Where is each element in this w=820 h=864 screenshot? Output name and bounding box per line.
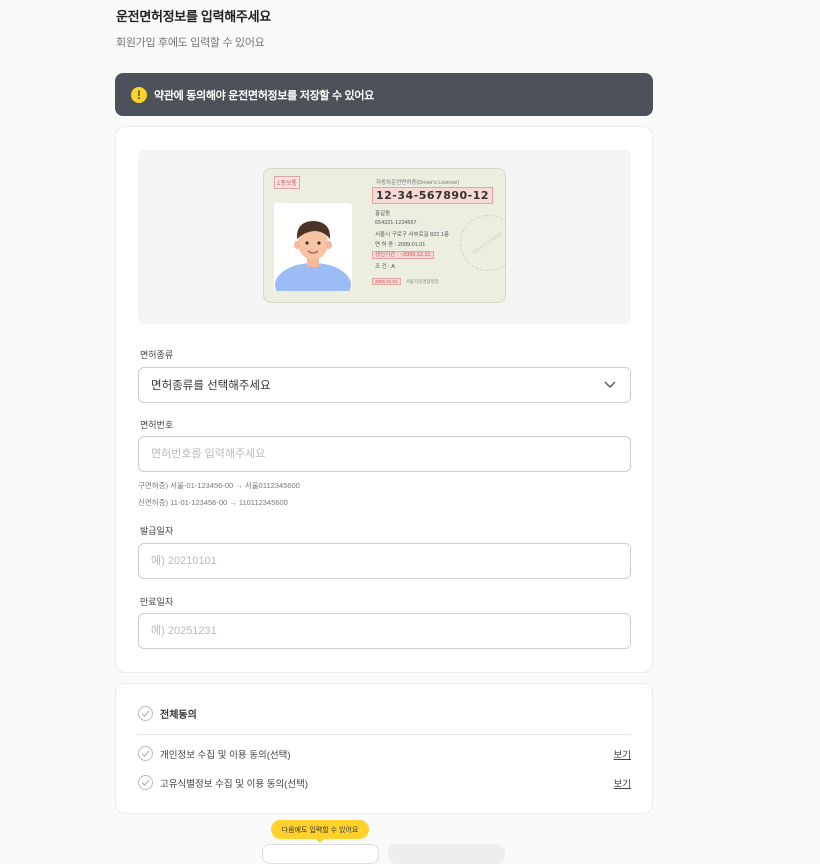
expiry-date-label: 만료일자 (140, 597, 174, 607)
agreement-item-privacy: 개인정보 수집 및 이용 동의(선택) 보기 (138, 746, 631, 761)
page-header: 운전면허정보를 입력해주세요 회원가입 후에도 입력할 수 있어요 (116, 6, 271, 50)
license-photo (274, 203, 352, 291)
issue-date-label: 발급일자 (140, 526, 174, 536)
agree-all-label: 전체동의 (160, 710, 197, 721)
agree-all-checkbox[interactable]: 전체동의 (138, 706, 197, 721)
license-address: 서울시 구로구 서부로길 822 1층 (375, 232, 450, 238)
license-footer-date: 2099.01.01 (372, 278, 401, 285)
agreement-card: 전체동의 개인정보 수집 및 이용 동의(선택) 보기 고유식별정보 수집 및 … (115, 683, 653, 814)
save-button[interactable] (388, 844, 505, 864)
license-footer: 2099.01.01 서울지방경찰청장 (372, 278, 439, 285)
license-resident-number: 654321-1234567 (375, 220, 417, 226)
chevron-down-icon (604, 381, 616, 388)
agreement-item-label: 고유식별정보 수집 및 이용 동의(선택) (160, 778, 308, 790)
check-circle-icon[interactable] (138, 775, 153, 790)
license-name: 홍길동 (375, 211, 391, 217)
license-footer-issuer: 서울지방경찰청장 (405, 279, 439, 284)
check-circle-icon (138, 706, 153, 721)
license-type-label: 면허종류 (140, 350, 174, 360)
notice-banner: ! 약관에 동의해야 운전면허정보를 저장할 수 있어요 (115, 73, 653, 116)
check-circle-icon[interactable] (138, 746, 153, 761)
person-avatar-icon (275, 221, 351, 291)
license-type-selected: 면허종류를 선택해주세요 (151, 380, 271, 392)
license-seal: Driver's License (449, 204, 505, 282)
later-tooltip: 다음에도 입력할 수 있어요 (271, 820, 369, 843)
license-renewal-line: 갱신기간 : ~2099.12.31 (372, 251, 434, 259)
view-terms-link[interactable]: 보기 (614, 747, 631, 761)
license-card-sample: 1종보통 자동차운전면허증(Driver's License) 12-34-56… (263, 168, 506, 303)
divider (138, 734, 631, 735)
issue-date-field[interactable] (138, 543, 631, 579)
exclamation-icon: ! (131, 86, 147, 103)
page-subtitle: 회원가입 후에도 입력할 수 있어요 (116, 37, 265, 49)
license-type-badge: 1종보통 (274, 176, 300, 189)
license-number-sample: 12-34-567890-12 (372, 187, 494, 204)
expiry-date-field[interactable] (138, 613, 631, 649)
license-form-card: 1종보통 자동차운전면허증(Driver's License) 12-34-56… (115, 126, 653, 673)
license-number-hint-old: 구면허증) 서울-01-123456-00 → 서울0112345600 (138, 481, 300, 490)
view-terms-link[interactable]: 보기 (614, 776, 631, 790)
license-header-text: 자동차운전면허증(Driver's License) (376, 180, 460, 186)
notice-text: 약관에 동의해야 운전면허정보를 저장할 수 있어요 (154, 89, 374, 102)
agreement-item-label: 개인정보 수집 및 이용 동의(선택) (160, 749, 291, 761)
license-number-label: 면허번호 (140, 420, 174, 430)
expiry-date-input[interactable] (151, 614, 630, 648)
license-number-input[interactable] (151, 437, 630, 471)
license-renewal-wrap: 갱신기간 : ~2099.12.31 (372, 250, 434, 259)
issue-date-input[interactable] (151, 544, 630, 578)
license-condition-line: 조 건 : A (375, 264, 395, 270)
page-title: 운전면허정보를 입력해주세요 (116, 9, 271, 24)
license-type-select[interactable]: 면허종류를 선택해주세요 (138, 367, 631, 403)
agreement-item-unique-id: 고유식별정보 수집 및 이용 동의(선택) 보기 (138, 775, 631, 790)
license-number-field[interactable] (138, 436, 631, 472)
license-number-hint-new: 신면허증) 11-01-123456-00 → 110112345600 (138, 498, 288, 507)
license-issue-line: 면 허 증 : 2099.01.01 (375, 242, 426, 248)
later-button[interactable] (262, 844, 379, 864)
license-preview: 1종보통 자동차운전면허증(Driver's License) 12-34-56… (138, 150, 631, 324)
